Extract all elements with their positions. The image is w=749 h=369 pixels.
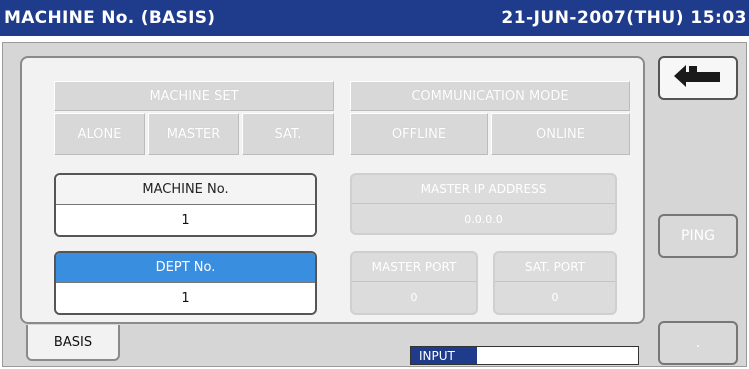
master-ip-label: MASTER IP ADDRESS xyxy=(352,175,615,204)
dept-no-field[interactable]: DEPT No. 1 xyxy=(54,251,317,315)
side-bottom-button[interactable]: . xyxy=(658,321,738,365)
master-ip-field[interactable]: MASTER IP ADDRESS 0.0.0.0 xyxy=(350,173,617,235)
machine-set-sat-button[interactable]: SAT. xyxy=(242,113,334,155)
back-button[interactable] xyxy=(658,56,738,100)
title-bar: MACHINE No. (BASIS) 21-JUN-2007(THU) 15:… xyxy=(0,0,749,36)
datetime: 21-JUN-2007(THU) 15:03 xyxy=(501,8,747,28)
communication-mode-header: COMMUNICATION MODE xyxy=(350,81,630,111)
master-port-field[interactable]: MASTER PORT 0 xyxy=(350,251,478,315)
dept-no-label: DEPT No. xyxy=(56,253,315,283)
return-arrow-icon xyxy=(672,63,724,93)
machine-set-header: MACHINE SET xyxy=(54,81,334,111)
machine-set-alone-button[interactable]: ALONE xyxy=(54,113,145,155)
machine-no-value: 1 xyxy=(56,205,315,235)
sat-port-field[interactable]: SAT. PORT 0 xyxy=(493,251,617,315)
tab-basis[interactable]: BASIS xyxy=(26,325,120,361)
dept-no-value: 1 xyxy=(56,283,315,313)
screen-title: MACHINE No. (BASIS) xyxy=(4,8,216,28)
input-label: INPUT xyxy=(411,347,477,364)
communication-online-button[interactable]: ONLINE xyxy=(491,113,630,155)
input-bar: INPUT xyxy=(410,346,639,365)
ping-button[interactable]: PING xyxy=(658,214,738,258)
master-port-label: MASTER PORT xyxy=(352,253,476,282)
master-ip-value: 0.0.0.0 xyxy=(464,212,503,226)
machine-no-field[interactable]: MACHINE No. 1 xyxy=(54,173,317,237)
sat-port-value: 0 xyxy=(551,290,559,304)
machine-no-label: MACHINE No. xyxy=(56,175,315,205)
master-port-value: 0 xyxy=(410,290,418,304)
machine-set-master-button[interactable]: MASTER xyxy=(148,113,239,155)
communication-offline-button[interactable]: OFFLINE xyxy=(350,113,488,155)
sat-port-label: SAT. PORT xyxy=(495,253,615,282)
